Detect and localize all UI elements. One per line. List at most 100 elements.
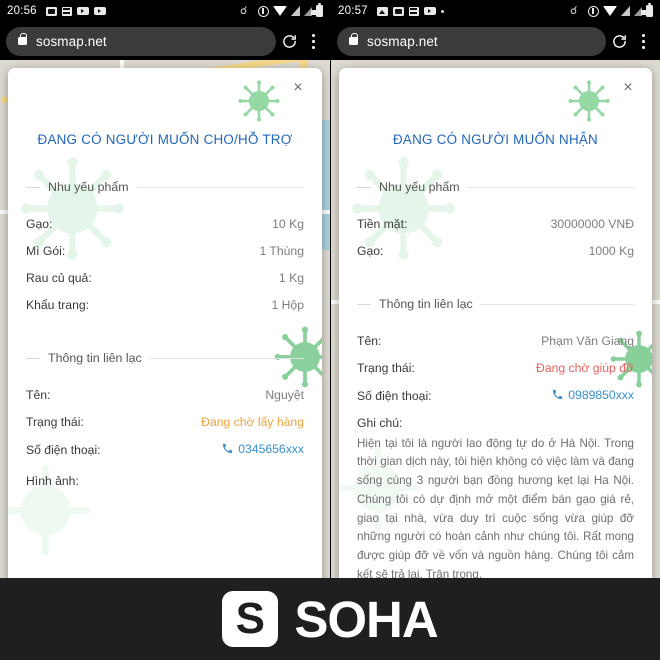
item-value: 1 Thùng	[259, 243, 304, 258]
status-bar-left: 20:56 ☌	[0, 0, 330, 22]
popup-card-right: × ĐANG CÓ NGƯỜI MUỐN NHẬN Nhu yếu phẩm T…	[339, 68, 652, 652]
signal-1-icon	[291, 6, 300, 16]
item-value: Phạm Văn Giang	[541, 333, 634, 348]
list-item: Rau củ quả: 1 Kg	[26, 264, 304, 291]
item-label: Gạo:	[357, 243, 384, 258]
youtube-icon	[423, 6, 436, 16]
list-item: Tên: Nguyệt	[26, 381, 304, 408]
soha-logo-mark: S	[222, 591, 279, 647]
status-notification-icons	[376, 6, 444, 16]
lock-icon	[18, 33, 28, 45]
item-label: Tên:	[357, 333, 382, 348]
card-content-left: ĐANG CÓ NGƯỜI MUỐN CHO/HỖ TRỢ Nhu yếu ph…	[8, 68, 322, 652]
phone-icon	[552, 389, 563, 400]
phone-number[interactable]: 0989850xxx	[552, 388, 634, 402]
list-item: Số điện thoại: 0345656xxx	[26, 435, 304, 464]
list-item: Tên: Phạm Văn Giang	[357, 327, 634, 354]
battery-icon	[316, 3, 323, 17]
status-notification-icons	[45, 6, 106, 16]
vibrate-icon	[588, 5, 599, 17]
list-item: Khẩu trang: 1 Hộp	[26, 291, 304, 318]
popup-card-left: × ĐANG CÓ NGƯỜI MUỐN CHO/HỖ TRỢ Nhu yếu …	[8, 68, 322, 652]
section-label: Nhu yếu phẩm	[48, 180, 129, 194]
kebab-menu-icon[interactable]	[302, 33, 324, 49]
omnibox[interactable]: sosmap.net	[6, 26, 276, 56]
wifi-icon	[603, 6, 617, 16]
soha-watermark: S SOHA	[0, 578, 660, 660]
phone-number[interactable]: 0345656xxx	[222, 442, 304, 456]
item-label: Số điện thoại:	[26, 443, 101, 457]
list-item: Số điện thoại: 0989850xxx	[357, 381, 634, 410]
url-text: sosmap.net	[367, 33, 438, 49]
phone-panes: 20:56 ☌ sosmap.net × ĐANG CÓ NGƯỜI MUỐN …	[0, 0, 660, 660]
vpn-key-icon: ☌	[240, 5, 248, 17]
item-label: Khẩu trang:	[26, 297, 90, 312]
phone-pane-right: 20:57 ☌ sosmap.net × ĐANG CÓ NGƯỜI MUỐN …	[330, 0, 660, 660]
item-value: 1 Kg	[278, 270, 304, 285]
battery-icon	[646, 3, 653, 17]
item-value: Nguyệt	[265, 387, 304, 402]
messages-icon	[61, 6, 72, 16]
item-label: Rau củ quả:	[26, 270, 92, 285]
card-title: ĐANG CÓ NGƯỜI MUỐN CHO/HỖ TRỢ	[37, 132, 293, 147]
list-item: Gạo: 10 Kg	[26, 210, 304, 237]
status-bar-right: 20:57 ☌	[331, 0, 660, 22]
omnibox[interactable]: sosmap.net	[337, 26, 606, 56]
image-label: Hình ảnh:	[26, 473, 79, 488]
url-text: sosmap.net	[36, 33, 107, 49]
contact-list: Tên: Nguyệt Trạng thái: Đang chờ lấy hàn…	[26, 381, 304, 464]
status-clock: 20:57	[338, 5, 368, 17]
status-system-icons: ☌	[570, 3, 653, 17]
item-label: Tiền mặt:	[357, 216, 408, 231]
list-item: Mì Gói: 1 Thùng	[26, 237, 304, 264]
item-label: Gạo:	[26, 216, 53, 231]
section-header-needs: Nhu yếu phẩm	[26, 180, 304, 194]
signal-1-icon	[621, 6, 630, 16]
list-item: Trạng thái: Đang chờ giúp đỡ	[357, 354, 634, 381]
messages-icon	[408, 6, 419, 16]
youtube-music-icon	[93, 6, 106, 16]
browser-toolbar-left: sosmap.net	[0, 22, 330, 60]
status-badge: Đang chờ lấy hàng	[201, 414, 304, 429]
list-item: Gạo: 1000 Kg	[357, 237, 634, 264]
item-value: 1 Hộp	[271, 297, 304, 312]
dot-icon	[440, 9, 444, 13]
item-label: Số điện thoại:	[357, 389, 432, 403]
reload-icon[interactable]	[276, 33, 302, 50]
status-system-icons: ☌	[240, 3, 323, 17]
vibrate-icon	[258, 5, 269, 17]
card-content-right: ĐANG CÓ NGƯỜI MUỐN NHẬN Nhu yếu phẩm Tiề…	[339, 68, 652, 652]
wifi-icon	[273, 6, 287, 16]
section-header-needs: Nhu yếu phẩm	[357, 180, 634, 194]
kebab-menu-icon[interactable]	[632, 33, 654, 49]
section-header-contact: Thông tin liên lạc	[357, 297, 634, 311]
status-badge: Đang chờ giúp đỡ	[536, 360, 634, 375]
vpn-key-icon: ☌	[570, 5, 578, 17]
item-label: Trạng thái:	[26, 414, 84, 429]
status-clock: 20:56	[7, 5, 37, 17]
needs-list: Gạo: 10 Kg Mì Gói: 1 Thùng Rau củ quả: 1…	[26, 210, 304, 318]
screenshot-root: 20:56 ☌ sosmap.net × ĐANG CÓ NGƯỜI MUỐN …	[0, 0, 660, 660]
zalo-icon	[392, 6, 404, 16]
phone-number-text: 0345656xxx	[238, 441, 304, 456]
reload-icon[interactable]	[606, 33, 632, 50]
card-title: ĐANG CÓ NGƯỜI MUỐN NHẬN	[393, 132, 598, 147]
section-label: Thông tin liên lạc	[379, 297, 473, 311]
item-value: 30000000 VNĐ	[550, 216, 634, 231]
item-value: 10 Kg	[272, 216, 304, 231]
phone-number-text: 0989850xxx	[568, 387, 634, 402]
section-label: Thông tin liên lạc	[48, 351, 142, 365]
list-item: Tiền mặt: 30000000 VNĐ	[357, 210, 634, 237]
section-header-contact: Thông tin liên lạc	[26, 351, 304, 365]
phone-icon	[222, 443, 233, 454]
soha-logo-text: SOHA	[294, 590, 438, 648]
item-label: Mì Gói:	[26, 243, 66, 258]
contact-list: Tên: Phạm Văn Giang Trạng thái: Đang chờ…	[357, 327, 634, 410]
needs-list: Tiền mặt: 30000000 VNĐ Gạo: 1000 Kg	[357, 210, 634, 264]
list-item: Trạng thái: Đang chờ lấy hàng	[26, 408, 304, 435]
signal-2-icon	[634, 6, 646, 16]
item-value: 1000 Kg	[588, 243, 634, 258]
section-label: Nhu yếu phẩm	[379, 180, 460, 194]
note-body: Hiện tại tôi là người lao động tự do ở H…	[357, 436, 634, 581]
lock-icon	[349, 33, 359, 45]
